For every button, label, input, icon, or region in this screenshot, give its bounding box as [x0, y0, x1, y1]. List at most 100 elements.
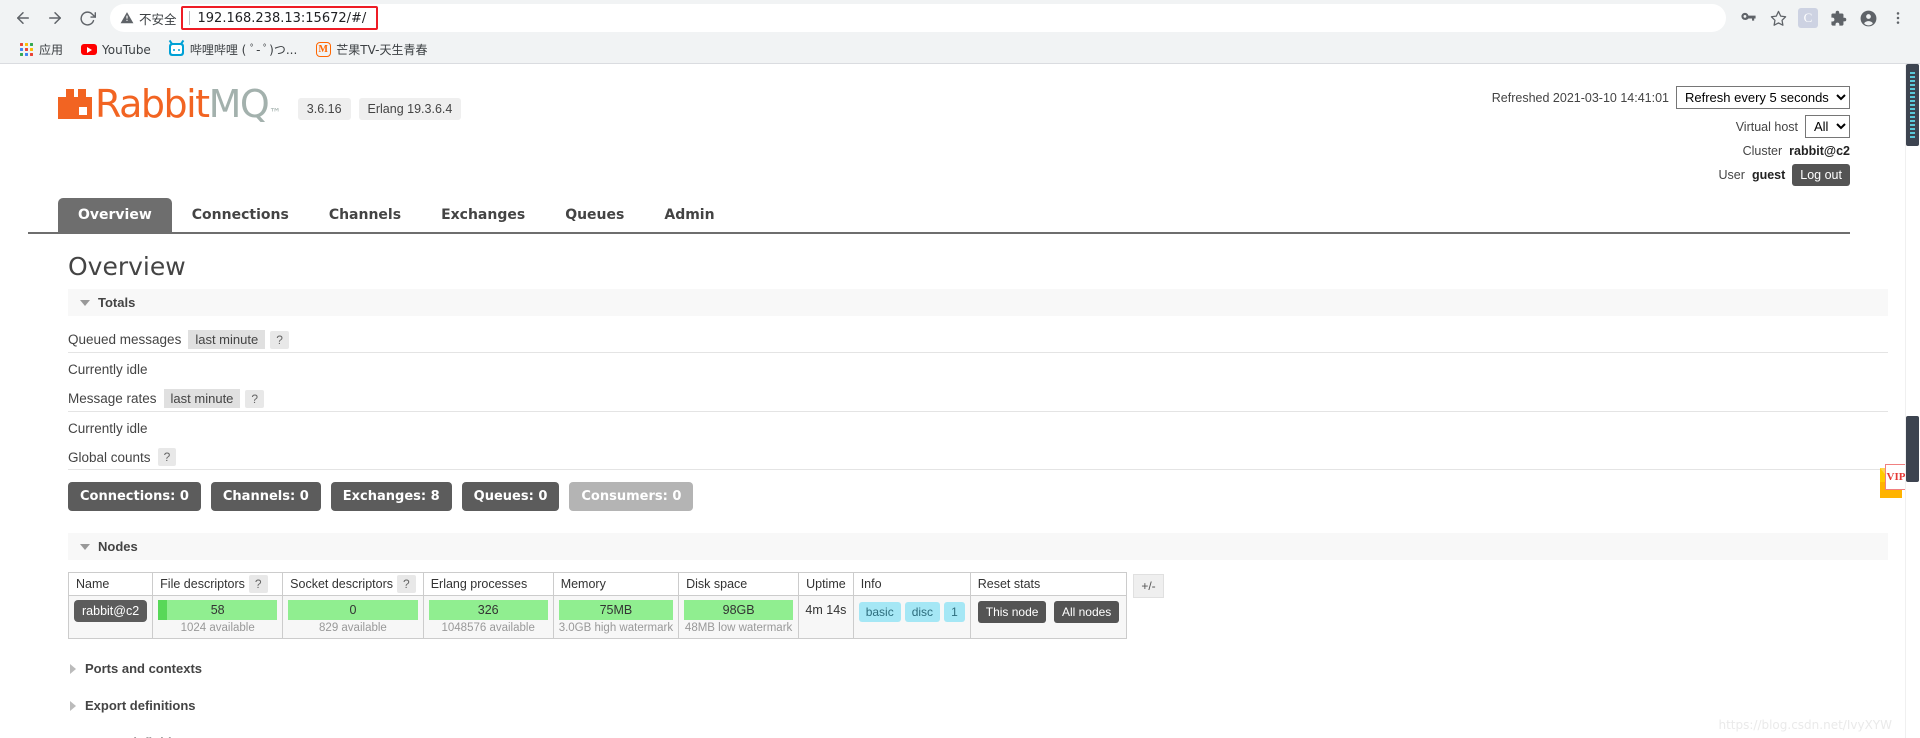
bookmark-label: 哔哩哔哩 ( ﾟ- ﾟ)つ...	[189, 43, 298, 57]
cell-memory: 75MB 3.0GB high watermark	[552, 595, 680, 639]
node-name-badge[interactable]: rabbit@c2	[74, 600, 148, 622]
rabbitmq-logo[interactable]: Rabbit MQ ™	[58, 82, 281, 126]
extensions-puzzle-icon[interactable]	[1824, 4, 1852, 32]
help-icon[interactable]: ?	[397, 575, 416, 593]
vip-badge-icon[interactable]: VIP	[1880, 464, 1907, 504]
section-export-definitions[interactable]: Export definitions	[70, 698, 1850, 713]
info-tag-count[interactable]: 1	[944, 602, 965, 622]
file-descriptors-value: 58	[210, 603, 225, 617]
address-bar[interactable]: 不安全 192.168.238.13:15672/#/	[110, 4, 1726, 32]
refresh-interval-select[interactable]: Refresh every 5 seconds	[1676, 86, 1850, 109]
queued-messages-header: Queued messages last minute ?	[68, 330, 1888, 353]
count-label: Connections:	[80, 489, 176, 504]
socket-descriptors-sub: 829 available	[319, 622, 387, 634]
rabbitmq-version-badge: 3.6.16	[297, 98, 351, 120]
section-ports-and-contexts[interactable]: Ports and contexts	[70, 661, 1850, 676]
col-socket-descriptors: Socket descriptors?	[282, 572, 424, 596]
chevron-right-icon	[70, 700, 76, 711]
bookmark-apps[interactable]: 应用	[10, 38, 71, 61]
queued-messages-period-chip[interactable]: last minute	[188, 330, 266, 349]
toggle-columns-button[interactable]: +/-	[1133, 574, 1164, 598]
tab-exchanges[interactable]: Exchanges	[421, 198, 545, 232]
info-tag-disc[interactable]: disc	[904, 602, 941, 622]
info-tag-basic[interactable]: basic	[858, 602, 901, 622]
vhost-row: Virtual host All	[1492, 115, 1850, 138]
reset-all-nodes-button[interactable]: All nodes	[1053, 601, 1120, 623]
tab-overview[interactable]: Overview	[58, 198, 172, 232]
disk-space-sub: 48MB low watermark	[684, 622, 793, 634]
reload-icon[interactable]	[72, 3, 102, 33]
url-highlight-box[interactable]: 192.168.238.13:15672/#/	[180, 6, 379, 30]
tab-channels[interactable]: Channels	[309, 198, 421, 232]
scrollbar-thumb-secondary[interactable]	[1906, 416, 1919, 482]
brand-block: Rabbit MQ ™ 3.6.16 Erlang 19.3.6.4	[28, 82, 462, 126]
rabbitmq-logo-icon	[58, 89, 92, 119]
c-extension-icon-wrap[interactable]: C	[1794, 4, 1822, 32]
count-badge-queues[interactable]: Queues: 0	[461, 482, 560, 511]
logo-mq-text: MQ	[208, 82, 270, 126]
count-value: 0	[179, 489, 189, 504]
cell-erlang-processes: 326 1048576 available	[422, 595, 554, 639]
refresh-row: Refreshed 2021-03-10 14:41:01 Refresh ev…	[1492, 86, 1850, 109]
col-name: Name	[67, 572, 154, 596]
not-secure-label: 不安全	[139, 11, 177, 27]
bookmark-mangotv[interactable]: M 芒果TV-天生青春	[307, 38, 435, 61]
message-rates-header: Message rates last minute ?	[68, 389, 1888, 412]
vhost-select[interactable]: All	[1805, 115, 1850, 138]
count-label: Exchanges:	[342, 489, 427, 504]
count-value: 0	[299, 489, 309, 504]
forward-arrow-icon[interactable]	[40, 3, 70, 33]
cell-info: basic disc 1	[852, 595, 971, 639]
socket-descriptors-bar: 0	[288, 600, 418, 620]
col-reset-stats: Reset stats	[969, 572, 1128, 596]
erlang-processes-value: 326	[477, 603, 499, 617]
tab-admin[interactable]: Admin	[644, 198, 734, 232]
disk-space-bar: 98GB	[684, 600, 794, 620]
count-badge-exchanges[interactable]: Exchanges: 8	[330, 482, 452, 511]
page-scrollbar[interactable]	[1905, 64, 1920, 738]
refreshed-timestamp: Refreshed 2021-03-10 14:41:01	[1491, 90, 1669, 105]
count-value: 0	[538, 489, 548, 504]
help-icon[interactable]: ?	[157, 448, 177, 466]
nodes-table-wrap: Name File descriptors? Socket descriptor…	[67, 572, 1850, 639]
user-value: guest	[1751, 168, 1786, 182]
password-key-icon[interactable]	[1734, 4, 1762, 32]
message-rates-period-chip[interactable]: last minute	[163, 389, 241, 408]
user-label: User	[1718, 168, 1745, 182]
disk-space-value: 98GB	[722, 603, 755, 617]
help-icon[interactable]: ?	[248, 575, 268, 593]
nodes-section-label: Nodes	[98, 539, 138, 554]
watermark-text: https://blog.csdn.net/IvyXYW	[1718, 718, 1892, 732]
chrome-menu-icon[interactable]	[1884, 4, 1912, 32]
nodes-section-header[interactable]: Nodes	[68, 533, 1888, 560]
col-info: Info	[852, 572, 971, 596]
bilibili-icon	[169, 42, 185, 58]
global-counts-badges: Connections: 0 Channels: 0 Exchanges: 8 …	[68, 482, 1850, 511]
erlang-processes-bar: 326	[428, 600, 548, 620]
logout-button[interactable]: Log out	[1792, 164, 1850, 186]
help-icon[interactable]: ?	[245, 389, 265, 408]
tab-connections[interactable]: Connections	[172, 198, 309, 232]
totals-section-header[interactable]: Totals	[68, 289, 1888, 316]
back-arrow-icon[interactable]	[8, 3, 38, 33]
c-extension-icon[interactable]: C	[1798, 8, 1818, 28]
user-row: User guest Log out	[1492, 164, 1850, 186]
url-text: 192.168.238.13:15672/#/	[197, 10, 367, 26]
count-badge-connections[interactable]: Connections: 0	[68, 482, 201, 511]
count-badge-channels[interactable]: Channels: 0	[210, 482, 321, 511]
bookmark-star-icon[interactable]	[1764, 4, 1792, 32]
cell-node-name: rabbit@c2	[67, 595, 154, 639]
help-icon[interactable]: ?	[270, 330, 289, 349]
scrollbar-thumb[interactable]	[1906, 64, 1919, 146]
bookmark-bilibili[interactable]: 哔哩哔哩 ( ﾟ- ﾟ)つ...	[161, 38, 305, 61]
memory-bar: 75MB	[558, 600, 674, 620]
cluster-label: Cluster	[1742, 144, 1783, 158]
url-separator	[188, 11, 190, 25]
count-badge-consumers[interactable]: Consumers: 0	[569, 482, 694, 511]
bookmark-youtube[interactable]: YouTube	[73, 39, 159, 61]
profile-avatar-icon[interactable]	[1854, 4, 1882, 32]
col-file-descriptors: File descriptors?	[152, 572, 284, 596]
nodes-table: Name File descriptors? Socket descriptor…	[67, 572, 1128, 639]
tab-queues[interactable]: Queues	[545, 198, 644, 232]
reset-this-node-button[interactable]: This node	[977, 601, 1047, 623]
